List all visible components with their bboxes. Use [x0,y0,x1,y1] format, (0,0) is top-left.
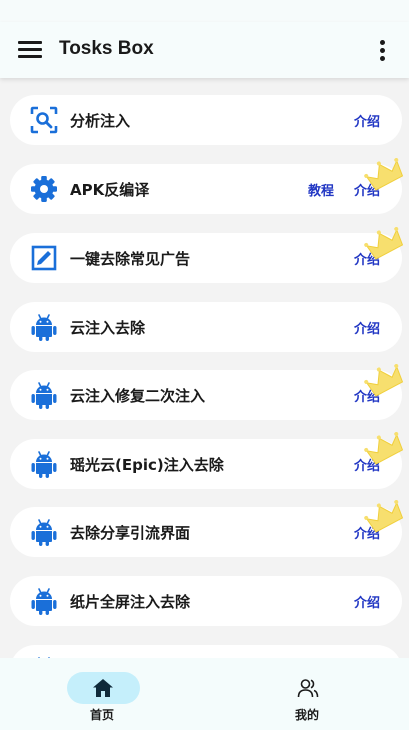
intro-link[interactable]: 介绍 [354,318,380,337]
tool-item-remove-ads[interactable]: 一键去除常见广告 介绍 [10,233,402,283]
edit-box-icon [31,245,57,271]
tool-item-label: 一键去除常见广告 [70,250,191,268]
tool-item-apk-decompile[interactable]: APK反编译 教程 介绍 [10,164,402,214]
android-icon [31,451,57,478]
nav-home-label: 首页 [89,708,114,722]
crown-badge-icon [364,364,404,397]
users-icon [297,679,319,698]
more-options-icon[interactable] [378,39,388,61]
app-bar: Tosks Box [0,22,409,78]
crown-badge-icon [364,227,404,260]
tool-item-label: 云注入去除 [70,319,146,337]
tool-item-partial[interactable] [10,645,402,658]
crown-badge-icon [364,432,404,465]
tool-item-remove-share-page[interactable]: 去除分享引流界面 介绍 [10,507,402,557]
gear-icon [31,176,57,202]
tool-item-label: 去除分享引流界面 [70,524,191,542]
android-icon [31,519,57,546]
tool-item-paper-fullscreen-remove[interactable]: 纸片全屏注入去除 介绍 [10,576,402,626]
intro-link[interactable]: 介绍 [354,592,380,611]
android-icon [31,382,57,409]
tutorial-link[interactable]: 教程 [308,180,334,199]
android-icon [31,314,57,341]
home-icon [93,679,113,697]
app-title: Tosks Box [59,38,154,59]
nav-mine[interactable]: 我的 [205,658,409,730]
tool-item-cloud-injection-remove[interactable]: 云注入去除 介绍 [10,302,402,352]
tool-item-label: 瑶光云(Epic)注入去除 [70,456,224,474]
tool-item-label: 纸片全屏注入去除 [70,593,191,611]
tool-item-epic-injection-remove[interactable]: 瑶光云(Epic)注入去除 介绍 [10,439,402,489]
tool-list: 分析注入 介绍 APK反编译 教程 介绍 一键去除常见广告 介绍 云注入去除 介… [0,78,409,658]
scan-search-icon [30,106,58,134]
crown-badge-icon [364,158,404,191]
bottom-navigation: 首页 我的 [0,658,409,730]
tool-item-cloud-injection-fix[interactable]: 云注入修复二次注入 介绍 [10,370,402,420]
android-icon [31,588,57,615]
crown-badge-icon [364,500,404,533]
status-bar [0,0,409,22]
tool-item-label: 云注入修复二次注入 [70,387,206,405]
tool-item-analyze-injection[interactable]: 分析注入 介绍 [10,95,402,145]
tool-item-label: APK反编译 [70,181,150,199]
intro-link[interactable]: 介绍 [354,111,380,130]
nav-mine-label: 我的 [294,708,319,722]
menu-icon[interactable] [18,40,42,60]
nav-home[interactable]: 首页 [0,658,204,730]
tool-item-label: 分析注入 [70,112,131,130]
